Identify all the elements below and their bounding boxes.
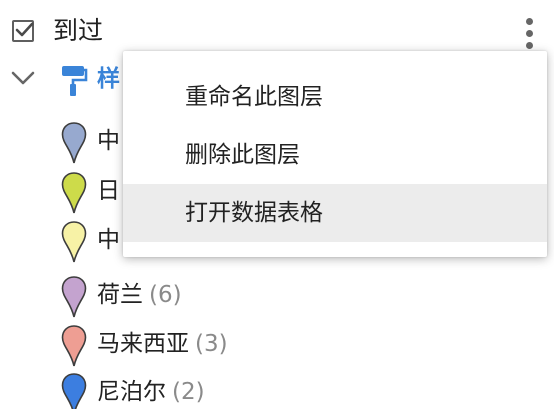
layer-title[interactable]: 到过: [53, 14, 103, 48]
legend-item-count: (6): [149, 282, 182, 308]
legend-item-name: 中: [97, 227, 120, 253]
map-pin-icon: [61, 373, 87, 409]
layer-options-menu: 重命名此图层 删除此图层 打开数据表格: [123, 51, 547, 257]
map-pin-icon: [61, 221, 87, 263]
legend-item-label: 日: [97, 173, 126, 209]
legend-item[interactable]: 尼泊尔 (2): [0, 368, 554, 409]
menu-item-label: 删除此图层: [185, 142, 300, 168]
legend-item-count: (3): [195, 331, 228, 357]
layer-visibility-checkbox[interactable]: [12, 20, 34, 42]
legend-item-name: 荷兰: [97, 282, 143, 308]
legend-item-name: 尼泊尔: [97, 379, 166, 405]
legend-item[interactable]: 荷兰 (6): [0, 271, 554, 319]
legend-item-label: 马来西亚 (3): [97, 326, 228, 362]
layer-header: 到过: [0, 8, 554, 52]
map-pin-icon: [61, 325, 87, 367]
menu-item-delete-layer[interactable]: 删除此图层: [123, 126, 547, 184]
chevron-down-icon[interactable]: [10, 68, 36, 88]
checkmark-icon: [15, 22, 34, 37]
legend-item-count: (2): [172, 379, 205, 405]
layer-style-label[interactable]: 样: [97, 62, 120, 96]
legend-item-label: 中: [97, 222, 126, 258]
legend-item-label: 尼泊尔 (2): [97, 374, 205, 409]
map-pin-icon: [61, 172, 87, 214]
map-pin-icon: [61, 122, 87, 164]
map-pin-icon: [61, 276, 87, 318]
paint-roller-icon[interactable]: [60, 64, 88, 98]
legend-item[interactable]: 马来西亚 (3): [0, 320, 554, 368]
legend-item-name: 马来西亚: [97, 331, 189, 357]
legend-item-name: 日: [97, 178, 120, 204]
menu-item-label: 打开数据表格: [185, 200, 323, 226]
layer-panel: 到过 样 中日中荷兰 (6) 马来西亚 (3) 尼泊尔 (2) 重命名此图层 删除此图层 …: [0, 0, 554, 409]
legend-item-label: 荷兰 (6): [97, 277, 182, 313]
menu-item-open-data-table[interactable]: 打开数据表格: [123, 184, 547, 242]
legend-item-label: 中: [97, 123, 126, 159]
more-vertical-icon[interactable]: [516, 12, 544, 54]
menu-item-rename-layer[interactable]: 重命名此图层: [123, 68, 547, 126]
menu-item-label: 重命名此图层: [185, 84, 323, 110]
legend-item-name: 中: [97, 128, 120, 154]
